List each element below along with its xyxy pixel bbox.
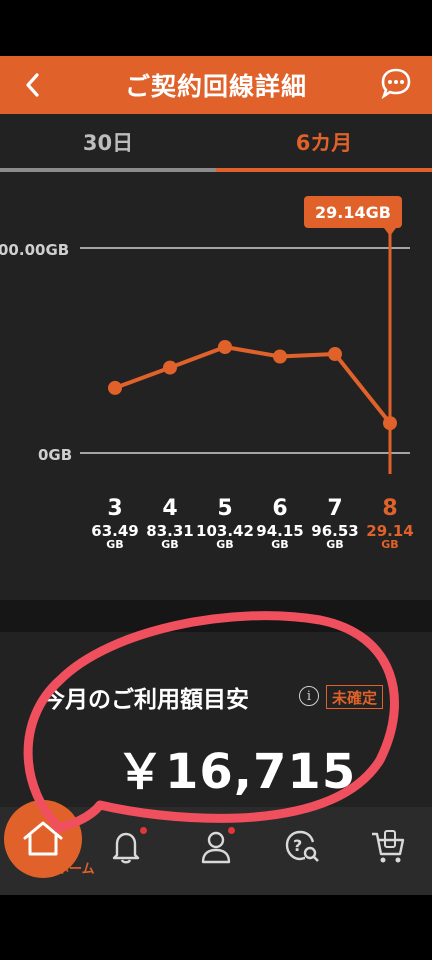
y-tick-top: 00.00GB bbox=[0, 241, 69, 259]
period-tabs: 30日 6カ月 bbox=[0, 114, 432, 174]
usage-label: 今月のご利用額目安 bbox=[42, 687, 249, 713]
cart-icon bbox=[372, 830, 405, 863]
notification-dot bbox=[140, 827, 147, 834]
month-label: 6 bbox=[272, 496, 288, 521]
month-label: 3 bbox=[107, 496, 123, 521]
page-title: ご契約回線詳細 bbox=[124, 72, 307, 101]
month-unit: GB bbox=[271, 540, 289, 548]
account-dot bbox=[228, 827, 235, 834]
back-button[interactable] bbox=[14, 66, 52, 104]
help-search-icon: ? bbox=[285, 830, 319, 862]
month-label: 7 bbox=[327, 496, 343, 521]
tab-help[interactable]: ? bbox=[280, 825, 324, 869]
section-divider bbox=[0, 600, 432, 632]
home-icon bbox=[23, 821, 63, 856]
tab-indicator-inactive bbox=[0, 168, 216, 172]
usage-amount: ￥16,715 bbox=[116, 744, 357, 800]
month-column-8[interactable]: 8 29.14 GB bbox=[360, 496, 420, 548]
month-unit: GB bbox=[106, 540, 124, 548]
month-unit: GB bbox=[381, 540, 399, 548]
month-unit: GB bbox=[216, 540, 234, 548]
info-icon[interactable]: i bbox=[299, 686, 319, 706]
tab-shop[interactable] bbox=[366, 825, 410, 869]
tab-account[interactable] bbox=[194, 825, 238, 869]
data-point-4[interactable] bbox=[163, 360, 177, 375]
chevron-left-icon bbox=[26, 73, 39, 97]
tooltip-label: 29.14GB bbox=[315, 203, 391, 222]
month-value: 29.14 bbox=[366, 522, 414, 540]
month-unit: GB bbox=[161, 540, 179, 548]
tab-6-months[interactable]: 6カ月 bbox=[216, 114, 432, 170]
month-label: 4 bbox=[162, 496, 178, 521]
data-point-6[interactable] bbox=[273, 349, 287, 364]
month-unit: GB bbox=[326, 540, 344, 548]
status-badge: 未確定 bbox=[326, 685, 384, 709]
data-point-7[interactable] bbox=[328, 347, 342, 362]
usage-chart-svg: 00.00GB 0GB 29.14GB bbox=[0, 196, 410, 474]
usage-summary: 今月のご利用額目安 i 未確定 ￥16,715 bbox=[0, 632, 432, 807]
app-header: ご契約回線詳細 bbox=[0, 56, 432, 114]
data-point-5[interactable] bbox=[218, 339, 232, 354]
usage-series-line bbox=[114, 344, 392, 425]
tab-notifications[interactable] bbox=[104, 825, 148, 869]
month-label: 8 bbox=[382, 496, 398, 521]
data-point-3[interactable] bbox=[108, 380, 122, 395]
status-bar bbox=[0, 0, 432, 56]
svg-text:?: ? bbox=[293, 836, 302, 855]
tab-30-days[interactable]: 30日 bbox=[0, 114, 216, 170]
tab-indicator-active bbox=[216, 168, 432, 172]
y-tick-bottom: 0GB bbox=[38, 446, 72, 464]
data-point-8[interactable] bbox=[383, 416, 397, 431]
home-label: ホーム bbox=[56, 862, 95, 877]
tooltip-arrow bbox=[384, 228, 396, 236]
system-nav-area bbox=[0, 895, 432, 960]
chat-icon bbox=[381, 68, 411, 100]
chat-button[interactable] bbox=[376, 64, 416, 104]
month-labels: 3 63.49 GB 4 83.31 GB 5 103.42 GB 6 94.15 GB 7 96.53 G… bbox=[0, 490, 432, 550]
month-label: 5 bbox=[217, 496, 233, 521]
person-icon bbox=[201, 831, 231, 864]
bell-icon bbox=[112, 832, 140, 864]
usage-chart: 00.00GB 0GB 29.14GB 3 63.49 GB 4 83.31 GB 5 103… bbox=[0, 174, 432, 600]
